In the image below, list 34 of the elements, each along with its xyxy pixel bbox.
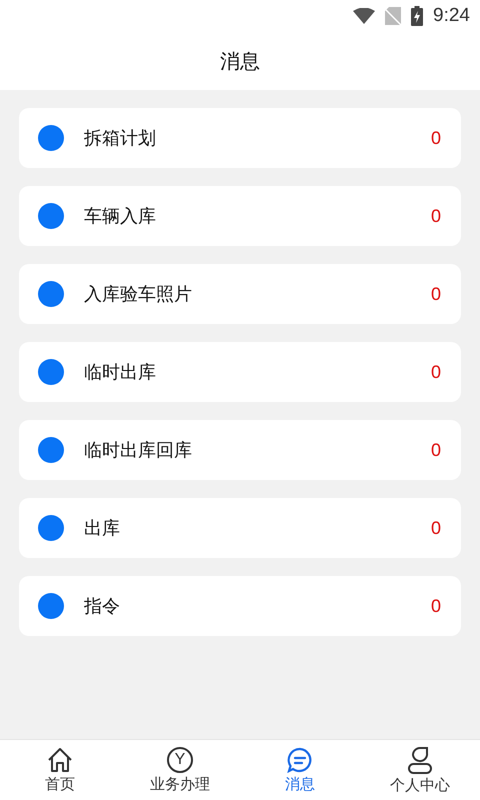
unread-count: 0 [430,206,441,226]
circle-letter-icon: Y [167,746,193,772]
unread-count: 0 [430,284,441,304]
unread-count: 0 [430,362,441,382]
category-name: 拆箱计划 [84,127,157,150]
battery-charging-icon [411,6,424,26]
nav-tab[interactable]: 首页 [0,740,120,800]
unread-count: 0 [430,440,441,460]
category-name: 临时出库 [84,361,157,384]
category-name: 入库验车照片 [84,283,193,306]
status-time: 9:24 [433,5,470,27]
unread-count: 0 [430,596,441,616]
nav-tab[interactable]: Y 业务办理 [120,740,240,800]
person-icon [406,746,434,774]
nav-tab[interactable]: 个人中心 [360,740,480,800]
message-category-item[interactable]: 拆箱计划 0 [19,108,461,168]
no-sim-icon [385,7,402,25]
unread-count: 0 [430,128,441,148]
wifi-icon [353,8,376,24]
page-title: 消息 [220,48,260,74]
message-category-item[interactable]: 临时出库回库 0 [19,420,461,480]
message-category-item[interactable]: 车辆入库 0 [19,186,461,246]
message-category-item[interactable]: 入库验车照片 0 [19,264,461,324]
message-category-item[interactable]: 出库 0 [19,498,461,558]
home-icon [46,746,74,772]
unread-count: 0 [430,518,441,538]
chat-icon [286,746,314,772]
category-name: 车辆入库 [84,205,157,228]
message-category-item[interactable]: 指令 0 [19,576,461,636]
category-name: 指令 [84,595,121,618]
message-category-item[interactable]: 临时出库 0 [19,342,461,402]
nav-tab[interactable]: 消息 [240,740,360,800]
category-name: 出库 [84,517,121,540]
category-name: 临时出库回库 [84,439,193,462]
